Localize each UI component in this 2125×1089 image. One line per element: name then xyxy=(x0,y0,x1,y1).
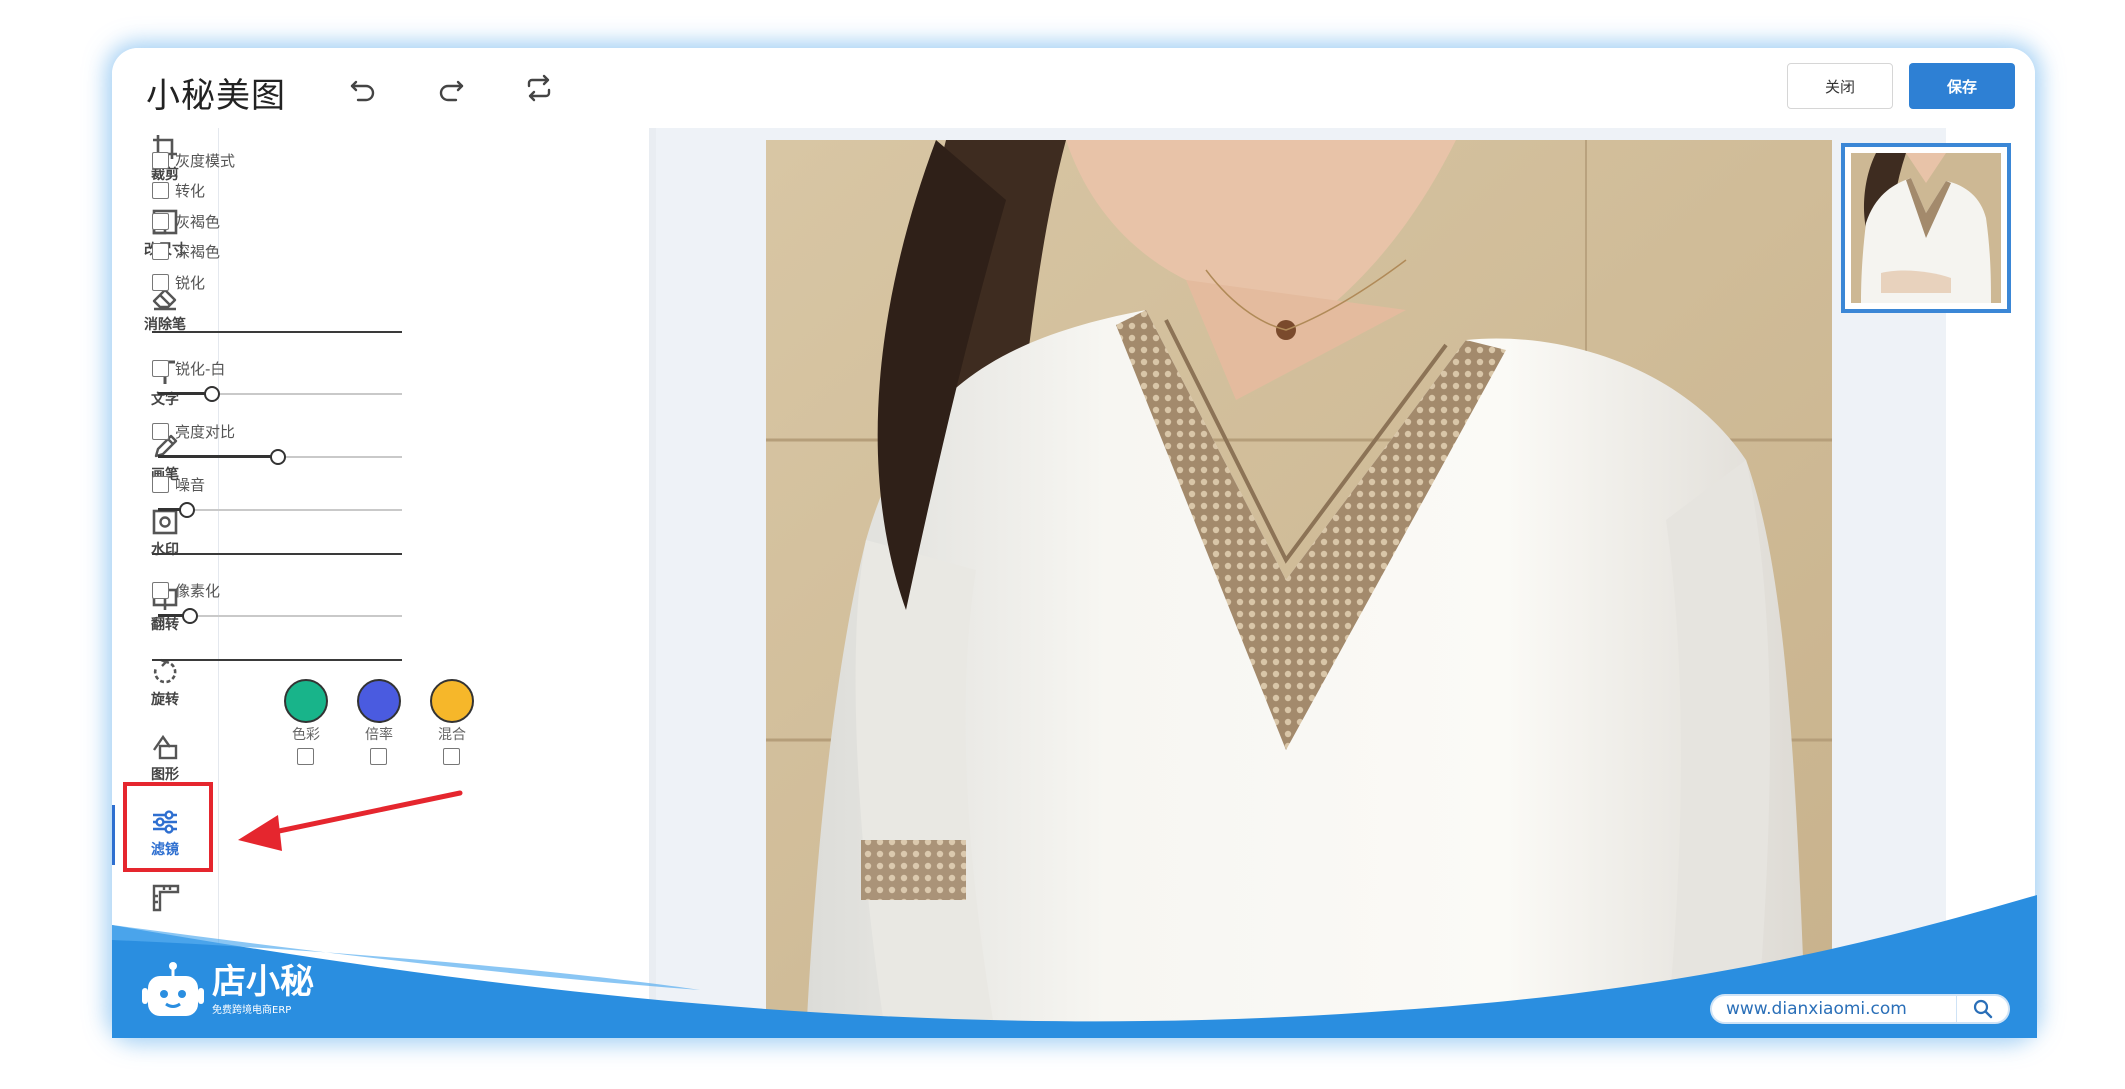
checkbox[interactable] xyxy=(152,582,169,599)
highlight-box xyxy=(123,782,213,872)
filter-option-label: 噪音 xyxy=(175,476,206,494)
filter-option-noise[interactable]: 噪音 xyxy=(152,474,205,495)
site-search-box[interactable]: www.dianxiaomi.com xyxy=(1710,994,2010,1024)
filter-option-grayscale[interactable]: 灰度模式 xyxy=(152,150,235,171)
filter-option-label: 灰褐色 xyxy=(175,213,221,231)
swatch-checkbox[interactable] xyxy=(297,748,314,765)
robot-logo-icon xyxy=(142,962,204,1016)
ruler-icon xyxy=(152,884,180,912)
product-photo[interactable] xyxy=(766,140,1832,1038)
thumbnail-image-svg xyxy=(1851,153,2001,303)
close-button[interactable]: 关闭 xyxy=(1787,63,1893,109)
checkbox[interactable] xyxy=(152,360,169,377)
panel-divider xyxy=(152,331,402,333)
filter-option-label: 锐化 xyxy=(175,274,206,292)
swatch-label: 倍率 xyxy=(365,727,393,743)
tool-ruler[interactable] xyxy=(112,882,218,954)
brightness-contrast-slider[interactable] xyxy=(152,449,402,465)
panel-divider xyxy=(152,553,402,555)
brand-logo: 店小秘 免费跨境电商ERP xyxy=(142,960,314,1020)
search-button[interactable] xyxy=(1956,994,2008,1024)
tool-rotate[interactable]: 旋转 xyxy=(112,657,218,729)
filter-option-label: 像素化 xyxy=(175,582,221,600)
panel-divider xyxy=(152,659,402,661)
blouse-photo-image xyxy=(766,140,1832,1038)
slider-handle[interactable] xyxy=(181,608,198,624)
checkbox[interactable] xyxy=(152,213,169,230)
checkbox[interactable] xyxy=(152,152,169,169)
filter-option-gray-brown[interactable]: 灰褐色 xyxy=(152,211,220,232)
swatch-checkbox[interactable] xyxy=(443,748,460,765)
brand-tagline: 免费跨境电商ERP xyxy=(212,1004,292,1016)
site-url: www.dianxiaomi.com xyxy=(1726,999,1907,1019)
pixelate-slider[interactable] xyxy=(152,608,402,624)
shape-icon xyxy=(153,734,178,760)
color-swatch-green[interactable] xyxy=(284,679,328,723)
search-icon xyxy=(1973,999,1992,1019)
filter-option-label: 灰度模式 xyxy=(175,152,236,170)
filter-option-label: 转化 xyxy=(175,182,206,200)
sharpen-white-slider[interactable] xyxy=(152,386,402,402)
filter-option-invert[interactable]: 转化 xyxy=(152,180,205,201)
slider-fill xyxy=(158,455,278,458)
filter-option-label: 锐化-白 xyxy=(175,360,226,378)
tool-watermark-label: 水印 xyxy=(151,542,179,558)
slider-handle[interactable] xyxy=(179,502,196,518)
noise-slider[interactable] xyxy=(152,502,402,518)
tool-rotate-label: 旋转 xyxy=(151,692,179,708)
swatch-checkbox[interactable] xyxy=(370,748,387,765)
save-button[interactable]: 保存 xyxy=(1909,63,2015,109)
rotate-icon xyxy=(153,658,177,684)
filter-option-sharpen-white[interactable]: 锐化-白 xyxy=(152,358,225,379)
checkbox[interactable] xyxy=(152,423,169,440)
reset-icon[interactable] xyxy=(523,72,555,104)
checkbox[interactable] xyxy=(152,274,169,291)
tool-shape-label: 图形 xyxy=(151,767,179,783)
slider-handle[interactable] xyxy=(203,386,220,402)
filter-option-label: 亮度对比 xyxy=(175,423,236,441)
checkbox[interactable] xyxy=(152,476,169,493)
color-swatch-yellow[interactable] xyxy=(430,679,474,723)
undo-icon[interactable] xyxy=(347,72,379,104)
canvas-area xyxy=(656,128,1946,1038)
app-title: 小秘美图 xyxy=(146,76,286,116)
screenshot-stage: 小秘美图 关闭 保存 裁剪 改尺寸 xyxy=(0,0,2125,1089)
swatch-label: 色彩 xyxy=(292,727,320,743)
image-thumbnail[interactable] xyxy=(1841,143,2011,313)
checkbox[interactable] xyxy=(152,243,169,260)
color-swatch-blue[interactable] xyxy=(357,679,401,723)
active-tool-indicator xyxy=(112,805,115,865)
slider-handle[interactable] xyxy=(269,449,286,465)
filter-option-label: 深褐色 xyxy=(175,243,221,261)
filter-panel xyxy=(218,128,657,1038)
editor-window: 小秘美图 关闭 保存 裁剪 改尺寸 xyxy=(112,48,2035,1038)
editor-header: 小秘美图 关闭 保存 xyxy=(112,48,2035,128)
redo-icon[interactable] xyxy=(435,72,467,104)
filter-option-sharpen[interactable]: 锐化 xyxy=(152,272,205,293)
filter-option-brightness-contrast[interactable]: 亮度对比 xyxy=(152,421,235,442)
swatch-label: 混合 xyxy=(438,727,466,743)
filter-option-pixelate[interactable]: 像素化 xyxy=(152,580,220,601)
filter-option-sepia[interactable]: 深褐色 xyxy=(152,241,220,262)
brand-name: 店小秘 xyxy=(212,961,314,1002)
checkbox[interactable] xyxy=(152,182,169,199)
thumbnail-image xyxy=(1851,153,2001,303)
